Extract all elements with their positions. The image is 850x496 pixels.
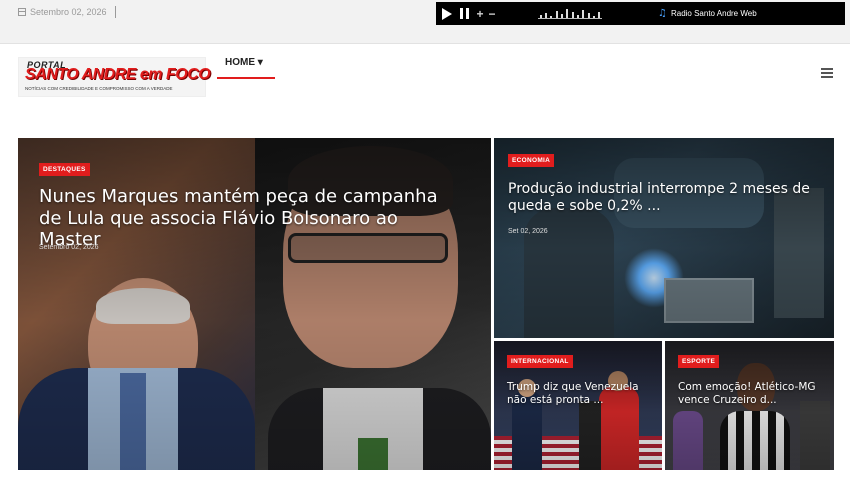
- category-badge[interactable]: ECONOMIA: [508, 154, 555, 167]
- calendar-icon: [18, 8, 26, 16]
- music-note-icon: ♫: [658, 8, 667, 19]
- logo-tagline: NOTÍCIAS COM CREDIBILIDADE E COMPROMISSO…: [25, 86, 173, 91]
- divider: [114, 6, 116, 18]
- featured-article-date: Setembro 02, 2026: [39, 244, 99, 251]
- nav-home-link[interactable]: HOME ▾: [225, 57, 263, 68]
- equalizer-visual: [538, 8, 602, 19]
- logo-name-text: SANTO ANDRE em FOCO: [25, 66, 211, 83]
- site-logo[interactable]: PORTAL SANTO ANDRE em FOCO NOTÍCIAS COM …: [18, 57, 211, 97]
- top-date: Setembro 02, 2026: [18, 6, 116, 18]
- play-icon[interactable]: [442, 7, 452, 20]
- hamburger-icon[interactable]: [821, 68, 833, 78]
- category-badge[interactable]: DESTAQUES: [39, 163, 90, 176]
- category-badge[interactable]: INTERNACIONAL: [507, 355, 573, 368]
- radio-player: + − ♫ Radio Santo Andre Web: [436, 2, 845, 25]
- top-date-text: Setembro 02, 2026: [30, 7, 107, 17]
- pause-icon[interactable]: [460, 8, 469, 19]
- international-article-title[interactable]: Trump diz que Venezuela não está pronta …: [507, 381, 647, 406]
- top-bar: Setembro 02, 2026 + − ♫ Radio Santo Andr…: [0, 0, 850, 44]
- volume-up-button[interactable]: +: [474, 7, 486, 21]
- nav-active-underline: [217, 77, 275, 79]
- sports-article-card[interactable]: ESPORTE Com emoção! Atlético-MG vence Cr…: [665, 341, 834, 470]
- economy-article-title[interactable]: Produção industrial interrompe 2 meses d…: [508, 181, 818, 215]
- economy-article-date: Set 02, 2026: [508, 228, 548, 235]
- radio-station-label: Radio Santo Andre Web: [670, 9, 757, 18]
- category-badge[interactable]: ESPORTE: [678, 355, 720, 368]
- featured-article-title[interactable]: Nunes Marques mantém peça de campanha de…: [39, 186, 459, 251]
- economy-article-card[interactable]: ECONOMIA Produção industrial interrompe …: [494, 138, 834, 338]
- international-article-card[interactable]: INTERNACIONAL Trump diz que Venezuela nã…: [494, 341, 662, 470]
- volume-down-button[interactable]: −: [486, 7, 498, 21]
- featured-article-card[interactable]: DESTAQUES Nunes Marques mantém peça de c…: [18, 138, 491, 470]
- sports-article-title[interactable]: Com emoção! Atlético-MG vence Cruzeiro d…: [678, 381, 818, 406]
